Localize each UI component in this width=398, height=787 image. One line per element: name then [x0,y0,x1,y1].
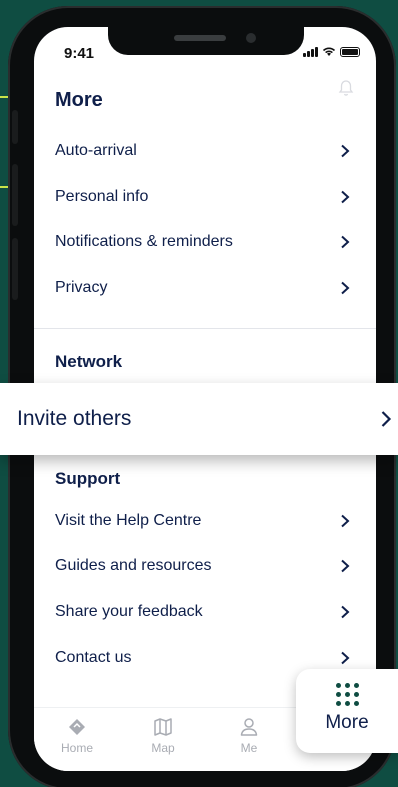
status-icons [303,46,360,57]
section-title-network: Network [55,352,123,371]
menu-item-label: Visit the Help Centre [55,512,202,529]
chevron-right-icon [341,235,350,249]
tab-label: Me [240,741,258,755]
bell-icon[interactable] [338,79,354,97]
section-divider [34,328,376,329]
status-time: 9:41 [64,45,95,62]
volume-down-button [12,238,18,300]
chevron-right-icon [341,651,350,665]
signal-icon [303,47,318,57]
wifi-icon [322,47,336,56]
chevron-right-icon [341,144,350,158]
chevron-right-icon [381,411,392,427]
menu-item-label: Contact us [55,649,132,666]
page-title: More [55,89,103,111]
map-icon [154,718,172,736]
stage: 9:41 More Auto-arrival Personal info Not… [0,0,398,787]
chevron-right-icon [341,190,350,204]
tab-label: More [325,712,369,733]
menu-item-feedback[interactable]: Share your feedback [34,590,376,634]
menu-item-auto-arrival[interactable]: Auto-arrival [34,129,376,173]
menu-item-label: Notifications & reminders [55,233,233,250]
mute-switch [12,110,18,144]
tab-me[interactable]: Me [206,708,292,771]
menu-item-label: Share your feedback [55,603,203,620]
chevron-right-icon [341,605,350,619]
menu-item-help-centre[interactable]: Visit the Help Centre [34,499,376,543]
tab-label: Map [151,741,175,755]
tab-home[interactable]: Home [34,708,120,771]
tab-more[interactable]: More [296,669,398,753]
speaker-grille [174,35,226,41]
chevron-right-icon [341,281,350,295]
tab-label: Home [60,741,93,755]
grid-dots-icon [335,683,359,706]
menu-item-privacy[interactable]: Privacy [34,266,376,310]
person-icon [240,718,258,736]
menu-item-personal-info[interactable]: Personal info [34,175,376,219]
menu-item-label: Guides and resources [55,557,212,574]
menu-item-label: Auto-arrival [55,142,137,159]
front-camera [246,33,256,43]
menu-item-label: Invite others [17,407,132,430]
chevron-right-icon [341,514,350,528]
menu-item-label: Personal info [55,188,149,205]
menu-item-invite-others[interactable]: Invite others [0,383,398,455]
home-diamond-icon [69,719,85,735]
battery-icon [340,47,360,57]
section-title-support: Support [55,469,121,488]
menu-item-guides[interactable]: Guides and resources [34,544,376,588]
phone-notch [108,27,304,55]
volume-up-button [12,164,18,226]
menu-item-notifications[interactable]: Notifications & reminders [34,220,376,264]
chevron-right-icon [341,559,350,573]
tab-map[interactable]: Map [120,708,206,771]
menu-item-label: Privacy [55,279,108,296]
